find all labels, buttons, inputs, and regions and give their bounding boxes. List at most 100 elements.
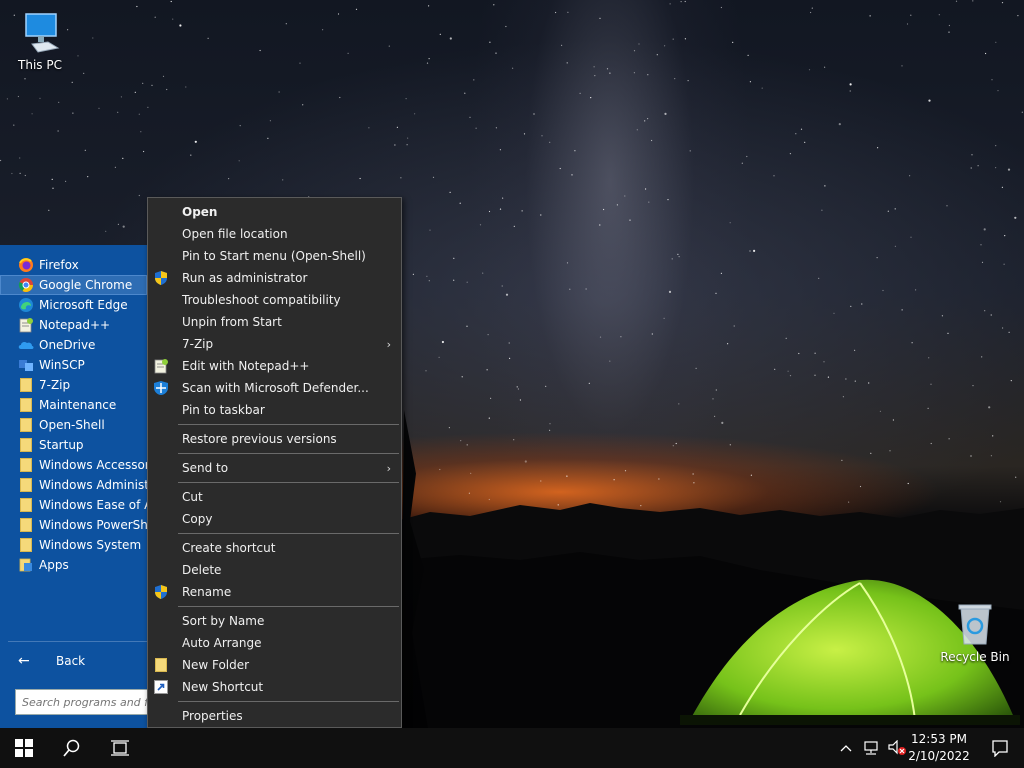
context-menu-item[interactable]: Auto Arrange	[148, 632, 401, 654]
submenu-arrow-icon: ›	[386, 461, 391, 475]
start-menu-item[interactable]: Windows Administrative Tools	[0, 475, 147, 495]
start-menu-item[interactable]: Open-Shell	[0, 415, 147, 435]
context-menu-item-label: Open	[182, 205, 218, 219]
start-menu-item[interactable]: Startup	[0, 435, 147, 455]
start-menu-item-label: WinSCP	[39, 358, 85, 372]
start-menu-item[interactable]: Windows PowerShell	[0, 515, 147, 535]
context-menu-item-label: Cut	[182, 490, 203, 504]
start-menu-item[interactable]: Windows Ease of Access	[0, 495, 147, 515]
folder-icon	[18, 477, 34, 493]
context-menu-item-label: Troubleshoot compatibility	[182, 293, 341, 307]
clock[interactable]: 12:53 PM 2/10/2022	[906, 732, 972, 763]
start-menu-item-label: Windows Administrative Tools	[39, 478, 147, 492]
context-menu-separator	[178, 482, 399, 483]
notepad-plus-plus-icon	[153, 358, 169, 374]
start-menu-item-label: Windows Accessories	[39, 458, 147, 472]
context-menu-item[interactable]: New Folder	[148, 654, 401, 676]
context-menu-item[interactable]: 7-Zip ›	[148, 333, 401, 355]
recycle-bin-icon	[958, 604, 992, 645]
context-menu-item-label: New Folder	[182, 658, 250, 672]
back-button[interactable]: ← Back	[18, 651, 85, 671]
context-menu-item[interactable]: Send to ›	[148, 457, 401, 479]
context-menu-item-label: Unpin from Start	[182, 315, 282, 329]
context-menu-item[interactable]: Run as administrator	[148, 267, 401, 289]
action-center-button[interactable]	[976, 728, 1024, 768]
context-menu-item-label: Run as administrator	[182, 271, 308, 285]
folder-icon	[18, 417, 34, 433]
computer-icon	[25, 13, 60, 53]
context-menu-separator	[178, 424, 399, 425]
taskbar: 12:53 PM 2/10/2022	[0, 728, 1024, 768]
context-menu: Open Open file location Pin to Start menu …	[147, 197, 402, 728]
folder-icon	[18, 537, 34, 553]
context-menu-item[interactable]: Pin to Start menu (Open-Shell)	[148, 245, 401, 267]
search-button[interactable]	[48, 728, 96, 768]
chrome-icon	[18, 277, 34, 293]
folder-icon	[18, 517, 34, 533]
context-menu-item[interactable]: Delete	[148, 559, 401, 581]
context-menu-item[interactable]: Open	[148, 201, 401, 223]
context-menu-item-label: Auto Arrange	[182, 636, 262, 650]
start-menu-item[interactable]: Microsoft Edge	[0, 295, 147, 315]
context-menu-item-label: Pin to Start menu (Open-Shell)	[182, 249, 366, 263]
start-menu-item-label: Firefox	[39, 258, 79, 272]
this-pc-desktop-icon[interactable]: This PC	[0, 10, 80, 72]
start-menu-item-label: Apps	[39, 558, 69, 572]
program-list: Firefox Google Chrome Microsoft Edge Notepa…	[0, 255, 147, 575]
uac-shield-icon	[153, 584, 169, 600]
context-menu-item[interactable]: Open file location	[148, 223, 401, 245]
windows-logo-icon	[15, 739, 33, 757]
context-menu-item-label: Send to	[182, 461, 229, 475]
start-search-input[interactable]	[15, 689, 147, 715]
start-menu-item-label: Windows System	[39, 538, 142, 552]
show-hidden-icons-button[interactable]	[834, 728, 858, 768]
context-menu-item[interactable]: Restore previous versions	[148, 428, 401, 450]
network-tray-button[interactable]	[858, 728, 884, 768]
start-button[interactable]	[0, 728, 48, 768]
context-menu-separator	[178, 533, 399, 534]
task-view-icon	[111, 740, 129, 756]
context-menu-item-label: New Shortcut	[182, 680, 264, 694]
context-menu-separator	[178, 453, 399, 454]
context-menu-item-label: Sort by Name	[182, 614, 265, 628]
winscp-icon	[18, 357, 34, 373]
context-menu-item[interactable]: New Shortcut	[148, 676, 401, 698]
start-menu-item[interactable]: OneDrive	[0, 335, 147, 355]
context-menu-item[interactable]: Edit with Notepad++	[148, 355, 401, 377]
context-menu-item-label: Pin to taskbar	[182, 403, 265, 417]
start-menu-item[interactable]: Apps	[0, 555, 147, 575]
context-menu-item[interactable]: Troubleshoot compatibility	[148, 289, 401, 311]
start-menu-item[interactable]: Windows System	[0, 535, 147, 555]
start-menu-item[interactable]: WinSCP	[0, 355, 147, 375]
back-arrow-icon: ←	[18, 653, 30, 669]
context-menu-item-label: Create shortcut	[182, 541, 276, 555]
start-menu-item[interactable]: Maintenance	[0, 395, 147, 415]
shortcut-icon	[153, 679, 169, 695]
start-menu-item-label: Google Chrome	[39, 278, 133, 292]
start-menu-item[interactable]: 7-Zip	[0, 375, 147, 395]
recycle-bin-label: Recycle Bin	[940, 650, 1010, 664]
context-menu-item[interactable]: Sort by Name	[148, 610, 401, 632]
folder-icon	[18, 497, 34, 513]
context-menu-item[interactable]: Rename	[148, 581, 401, 603]
start-menu-divider	[8, 641, 147, 642]
start-menu-item[interactable]: Windows Accessories	[0, 455, 147, 475]
context-menu-item-label: Delete	[182, 563, 222, 577]
edge-icon	[18, 297, 34, 313]
recycle-bin-desktop-icon[interactable]: Recycle Bin	[935, 602, 1015, 664]
volume-muted-icon	[888, 740, 906, 755]
defender-icon	[153, 380, 169, 396]
context-menu-item[interactable]: Scan with Microsoft Defender...	[148, 377, 401, 399]
context-menu-item[interactable]: Unpin from Start	[148, 311, 401, 333]
folder-icon	[18, 457, 34, 473]
context-menu-item[interactable]: Create shortcut	[148, 537, 401, 559]
start-menu-item[interactable]: Google Chrome	[0, 275, 147, 295]
start-menu-item[interactable]: Firefox	[0, 255, 147, 275]
context-menu-item-label: 7-Zip	[182, 337, 214, 351]
context-menu-item[interactable]: Pin to taskbar	[148, 399, 401, 421]
task-view-button[interactable]	[96, 728, 144, 768]
context-menu-item[interactable]: Copy	[148, 508, 401, 530]
context-menu-item[interactable]: Cut	[148, 486, 401, 508]
context-menu-item[interactable]: Properties	[148, 705, 401, 727]
start-menu-item[interactable]: Notepad++	[0, 315, 147, 335]
